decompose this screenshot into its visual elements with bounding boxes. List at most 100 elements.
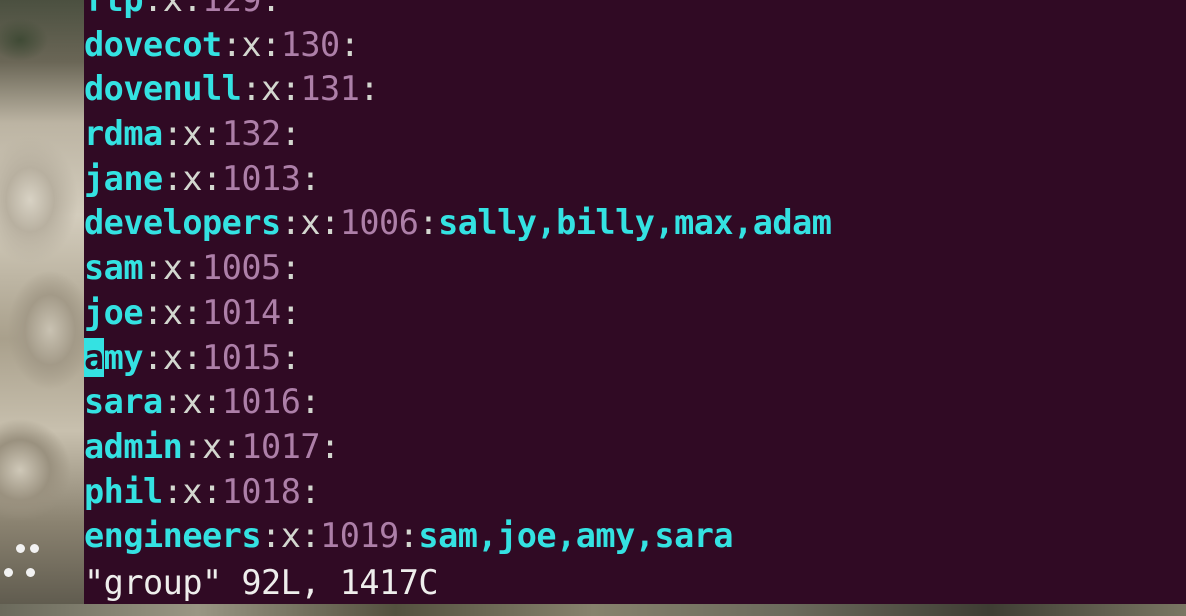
field-separator: : xyxy=(261,24,281,64)
group-entry-line: dovecot:x:130: xyxy=(84,23,831,68)
field-separator: : xyxy=(202,382,222,422)
group-name: admin xyxy=(84,426,183,466)
group-id: 1018 xyxy=(221,471,301,511)
field-separator: : xyxy=(359,69,380,109)
field-separator: : xyxy=(261,0,281,19)
group-id: 1019 xyxy=(320,516,399,556)
field-separator: : xyxy=(182,292,203,332)
group-entry-line: engineers:x:1019:sam,joe,amy,sara xyxy=(84,514,831,559)
group-name: engineers xyxy=(84,516,262,556)
field-separator: : xyxy=(143,248,163,288)
group-id: 1013 xyxy=(221,158,301,198)
field-separator: : xyxy=(261,516,281,556)
group-entry-line: dovenull:x:131: xyxy=(84,67,831,112)
field-separator: : xyxy=(280,292,301,332)
vim-status-line: "group" 92L, 1417C xyxy=(84,563,439,602)
group-entry-line: ftp:x:129: xyxy=(84,0,831,23)
field-separator: : xyxy=(300,158,321,198)
group-password: x xyxy=(241,24,262,64)
group-id: 1017 xyxy=(241,426,321,466)
group-password: x xyxy=(182,114,203,154)
group-id: 1016 xyxy=(221,382,301,422)
text-cursor: a xyxy=(84,337,104,377)
vim-buffer[interactable]: ftp:x:129:dovecot:x:130:dovenull:x:131:r… xyxy=(84,0,832,559)
group-name: ftp xyxy=(84,0,144,19)
group-password: x xyxy=(162,292,183,332)
group-members: sally,billy,max,adam xyxy=(438,203,832,243)
field-separator: : xyxy=(300,382,321,422)
desktop-wallpaper-bottom xyxy=(0,604,1186,616)
field-separator: : xyxy=(300,516,321,556)
group-id: 129 xyxy=(202,0,262,19)
group-id: 1005 xyxy=(202,248,281,288)
field-separator: : xyxy=(143,292,163,332)
group-entry-line: rdma:x:132: xyxy=(84,112,831,157)
field-separator: : xyxy=(221,426,242,466)
field-separator: : xyxy=(162,382,183,422)
field-separator: : xyxy=(221,24,242,64)
field-separator: : xyxy=(202,471,222,511)
group-password: x xyxy=(261,69,281,109)
group-entry-line: amy:x:1015: xyxy=(84,336,831,381)
field-separator: : xyxy=(398,516,419,556)
group-password: x xyxy=(182,471,203,511)
group-entry-line: developers:x:1006:sally,billy,max,adam xyxy=(84,201,832,246)
field-separator: : xyxy=(162,114,183,154)
field-separator: : xyxy=(182,248,203,288)
group-id: 1014 xyxy=(202,292,281,332)
field-separator: : xyxy=(339,24,360,64)
group-password: x xyxy=(202,426,222,466)
field-separator: : xyxy=(280,69,301,109)
group-name: jane xyxy=(84,158,163,198)
group-entry-line: jane:x:1013: xyxy=(84,157,831,202)
group-name: rdma xyxy=(84,114,163,154)
group-name: dovenull xyxy=(84,69,242,109)
field-separator: : xyxy=(202,158,222,198)
group-name: joe xyxy=(84,292,144,332)
group-entry-line: joe:x:1014: xyxy=(84,291,831,336)
field-separator: : xyxy=(280,114,301,154)
group-name: developers xyxy=(84,203,281,243)
field-separator: : xyxy=(280,248,301,288)
field-separator: : xyxy=(182,337,203,377)
field-separator: : xyxy=(300,471,321,511)
field-separator: : xyxy=(182,0,202,19)
group-password: x xyxy=(300,203,321,243)
group-password: x xyxy=(182,158,203,198)
group-password: x xyxy=(182,382,203,422)
group-password: x xyxy=(162,337,183,377)
group-entry-line: sam:x:1005: xyxy=(84,246,831,291)
group-name: phil xyxy=(84,471,163,511)
group-password: x xyxy=(163,0,183,19)
field-separator: : xyxy=(162,471,183,511)
group-id: 1015 xyxy=(202,337,281,377)
group-entry-line: sara:x:1016: xyxy=(84,380,831,425)
group-password: x xyxy=(280,516,301,556)
field-separator: : xyxy=(162,158,183,198)
field-separator: : xyxy=(320,426,340,466)
field-separator: : xyxy=(241,69,262,109)
field-separator: : xyxy=(202,114,222,154)
field-separator: : xyxy=(280,337,301,377)
group-name: amy xyxy=(84,337,144,377)
group-name: sara xyxy=(84,382,163,422)
group-id: 131 xyxy=(300,69,360,109)
group-password: x xyxy=(162,248,183,288)
dock-app-indicator-icon[interactable] xyxy=(2,538,42,598)
field-separator: : xyxy=(143,337,163,377)
field-separator: : xyxy=(143,0,163,19)
group-entry-line: phil:x:1018: xyxy=(84,470,831,515)
group-id: 132 xyxy=(221,114,282,154)
field-separator: : xyxy=(280,203,301,243)
group-name: dovecot xyxy=(84,24,222,64)
field-separator: : xyxy=(320,203,340,243)
terminal-window[interactable]: ftp:x:129:dovecot:x:130:dovenull:x:131:r… xyxy=(84,0,1186,604)
group-name: sam xyxy=(84,248,144,288)
group-id: 1006 xyxy=(339,203,419,243)
group-id: 130 xyxy=(280,24,341,64)
field-separator: : xyxy=(182,426,203,466)
desktop-wallpaper xyxy=(0,0,84,616)
field-separator: : xyxy=(418,203,439,243)
group-entry-line: admin:x:1017: xyxy=(84,425,831,470)
group-members: sam,joe,amy,sara xyxy=(418,516,734,556)
